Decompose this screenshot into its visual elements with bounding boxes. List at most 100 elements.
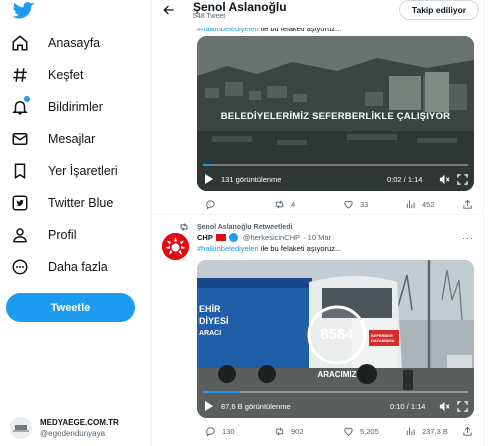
- following-button[interactable]: Takip ediliyor: [399, 0, 479, 20]
- video-time: 0:10 / 1:14: [390, 402, 426, 411]
- nav-label: Mesajlar: [48, 132, 96, 146]
- retweet-button[interactable]: 902: [274, 426, 304, 437]
- video-player[interactable]: BELEDİYELERİMİZ SEFERBERLİKLE ÇALIŞIYOR …: [197, 36, 474, 191]
- view-count: 452: [422, 200, 435, 209]
- main-timeline: Şenol Aslanoğlu 548 Tweet Takip ediliyor…: [152, 0, 484, 446]
- mute-icon[interactable]: [439, 401, 450, 412]
- nav-label: Keşfet: [48, 68, 84, 82]
- sidebar: Anasayfa Keşfet Bildirimler Mesajlar Yer…: [0, 0, 152, 446]
- share-button[interactable]: [462, 199, 479, 210]
- video-overlay-text: BELEDİYELERİMİZ SEFERBERLİKLE ÇALIŞIYOR: [220, 111, 451, 122]
- profile-header: Şenol Aslanoğlu 548 Tweet Takip ediliyor: [152, 0, 483, 28]
- truck-number: 8584: [320, 326, 354, 343]
- nav-label: Bildirimler: [48, 100, 103, 114]
- like-count: 33: [360, 200, 369, 209]
- tweet-actions: 130 902 5.205 237,3 B: [197, 426, 472, 440]
- back-arrow-icon[interactable]: [162, 3, 176, 17]
- nav-label: Twitter Blue: [48, 196, 114, 210]
- views-button[interactable]: 237,3 B: [405, 426, 448, 437]
- nav-more[interactable]: Daha fazla: [10, 255, 108, 279]
- hashtag-link[interactable]: #halkinbelediyeleri: [197, 244, 259, 253]
- fullscreen-icon[interactable]: [457, 401, 468, 412]
- retweet-icon: [275, 200, 284, 209]
- views-chart-icon: [406, 200, 415, 209]
- truck-side-text: DİYESİ: [199, 316, 229, 326]
- turkey-flag-icon: [215, 234, 226, 241]
- nav-bookmarks[interactable]: Yer İşaretleri: [10, 159, 118, 183]
- nav-label: Profil: [48, 228, 77, 242]
- chp-avatar[interactable]: [162, 233, 189, 260]
- bell-icon: [10, 95, 31, 117]
- avatar: [10, 417, 32, 439]
- video-progress[interactable]: [203, 164, 468, 166]
- play-icon[interactable]: [204, 401, 214, 411]
- mail-icon: [10, 129, 30, 149]
- account-name: MEDYAEGE.COM.TR: [40, 418, 119, 427]
- video-progress[interactable]: [203, 391, 468, 393]
- video-time: 0:02 / 1:14: [387, 175, 423, 184]
- views-button[interactable]: 452: [405, 199, 435, 210]
- play-icon[interactable]: [204, 174, 214, 184]
- author-handle[interactable]: @herkesicinCHP: [243, 233, 300, 242]
- tweet-actions: 4 33 452: [197, 199, 472, 213]
- reply-button[interactable]: 130: [205, 426, 235, 437]
- nav-messages[interactable]: Mesajlar: [10, 127, 95, 151]
- more-circle-icon: [10, 257, 30, 277]
- reply-icon: [206, 427, 215, 437]
- nav-explore[interactable]: Keşfet: [10, 63, 83, 87]
- profile-name: Şenol Aslanoğlu: [193, 0, 287, 14]
- truck-side-text: ARACI: [199, 330, 222, 337]
- more-options-icon[interactable]: ···: [462, 233, 474, 243]
- nav-notifications[interactable]: Bildirimler: [10, 95, 103, 119]
- like-count: 5.205: [360, 427, 379, 436]
- home-icon: [10, 33, 30, 53]
- retweet-icon: [180, 223, 188, 231]
- reply-icon: [206, 200, 215, 210]
- retweeted-by[interactable]: Şenol Aslanoğlu Retweetledi: [197, 224, 292, 231]
- like-button[interactable]: 5.205: [343, 426, 379, 437]
- account-switcher[interactable]: MEDYAEGE.COM.TR @egedendunyaya: [10, 414, 150, 442]
- nav-label: Anasayfa: [48, 36, 101, 50]
- views-chart-icon: [406, 427, 415, 436]
- hashtag-icon: [10, 65, 30, 85]
- bookmark-icon: [10, 161, 30, 181]
- tweet-date[interactable]: · 10 Mar: [303, 233, 331, 242]
- reply-count: 130: [222, 427, 235, 436]
- retweet-context: Şenol Aslanoğlu Retweetledi: [179, 222, 292, 232]
- video-controls: 131 görüntülenme 0:02 / 1:14: [197, 161, 474, 191]
- video-player[interactable]: EHİR DİYESİ ARACI SEFERBER DAYANIŞMA 858…: [197, 260, 474, 418]
- heart-icon: [344, 427, 353, 436]
- nav-label: Daha fazla: [48, 260, 108, 274]
- heart-icon: [344, 200, 353, 209]
- nav-twitter-blue[interactable]: Twitter Blue: [10, 191, 113, 215]
- account-handle: @egedendunyaya: [40, 429, 106, 438]
- like-button[interactable]: 33: [343, 199, 368, 210]
- nav-label: Yer İşaretleri: [48, 164, 118, 178]
- twitter-blue-icon: [10, 193, 30, 213]
- truck-side-text: EHİR: [199, 304, 221, 314]
- retweet-button[interactable]: 4: [274, 199, 295, 210]
- share-button[interactable]: [462, 426, 479, 437]
- tweet-divider: [152, 214, 483, 215]
- nav-home[interactable]: Anasayfa: [10, 31, 100, 55]
- video-progress-fill: [203, 164, 211, 166]
- mute-icon[interactable]: [439, 174, 450, 185]
- video-views: 87,6 B görüntülenme: [221, 402, 291, 411]
- profile-icon: [10, 225, 30, 245]
- tweet-count: 548 Tweet: [193, 13, 226, 20]
- retweet-count: 4: [291, 200, 296, 209]
- author-name[interactable]: CHP: [197, 233, 213, 242]
- fullscreen-icon[interactable]: [457, 174, 468, 185]
- share-icon: [463, 199, 472, 209]
- reply-button[interactable]: [205, 199, 222, 210]
- retweet-count: 902: [291, 427, 304, 436]
- view-count: 237,3 B: [422, 427, 448, 436]
- video-caption: ARACIMIZ: [317, 370, 357, 379]
- nav-profile[interactable]: Profil: [10, 223, 76, 247]
- tweet-button[interactable]: Tweetle: [6, 293, 135, 322]
- tweet-header: CHP @herkesicinCHP · 10 Mar: [197, 233, 331, 242]
- retweet-icon: [275, 427, 284, 436]
- twitter-logo-icon[interactable]: [12, 2, 36, 20]
- video-controls: 87,6 B görüntülenme 0:10 / 1:14: [197, 388, 474, 418]
- video-views: 131 görüntülenme: [221, 175, 282, 184]
